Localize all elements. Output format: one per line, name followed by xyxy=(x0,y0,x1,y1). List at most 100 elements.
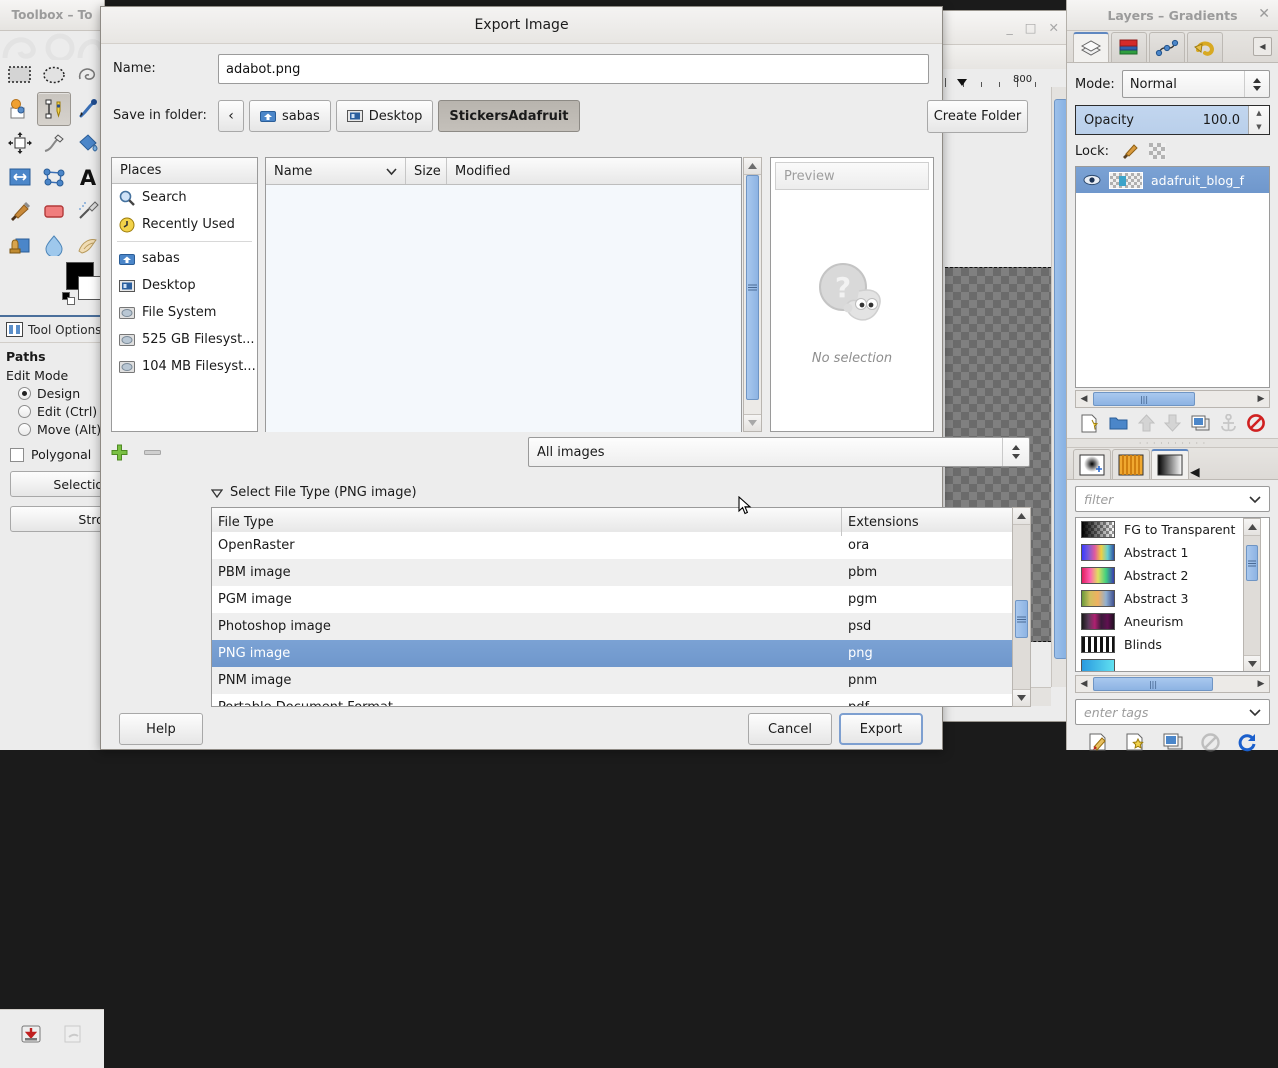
reset-tool-options-icon[interactable] xyxy=(63,1024,83,1044)
dock-splitter[interactable]: · · · · · · · · · · xyxy=(1067,438,1278,448)
file-type-row[interactable]: PBM image pbm xyxy=(212,559,1030,586)
file-type-row[interactable]: OpenRaster ora xyxy=(212,532,1030,559)
gradient-row[interactable]: Abstract 2 xyxy=(1076,564,1269,587)
file-type-row-selected[interactable]: PNG image png xyxy=(212,640,1030,667)
gradient-scroll-thumb[interactable] xyxy=(1246,545,1258,581)
tab-undo-history[interactable] xyxy=(1187,32,1223,62)
scroll-down-icon[interactable] xyxy=(1244,655,1260,671)
edit-gradient-icon[interactable] xyxy=(1088,732,1108,752)
default-colors-icon[interactable] xyxy=(62,292,76,306)
tab-paths[interactable] xyxy=(1149,32,1185,62)
layer-list[interactable]: adafruit_blog_f xyxy=(1075,166,1270,388)
blur-tool-icon[interactable] xyxy=(37,228,71,262)
extensions-column[interactable]: Extensions xyxy=(842,508,1030,536)
move-tool-icon[interactable] xyxy=(3,126,37,160)
file-type-row[interactable]: Portable Document Format pdf xyxy=(212,694,1030,706)
tab-channels[interactable] xyxy=(1111,32,1147,62)
chevron-down-icon[interactable] xyxy=(1249,492,1261,507)
opacity-bar[interactable]: Opacity 100.0 xyxy=(1076,106,1248,134)
tab-patterns[interactable] xyxy=(1112,449,1150,479)
opacity-slider[interactable]: Opacity 100.0 ▲ ▼ xyxy=(1075,105,1270,135)
file-type-scroll-thumb[interactable] xyxy=(1015,600,1028,638)
eraser-icon[interactable] xyxy=(37,194,71,228)
delete-gradient-icon[interactable] xyxy=(1200,732,1220,752)
duplicate-layer-icon[interactable] xyxy=(1191,415,1210,432)
file-filter-combo[interactable]: All images xyxy=(528,437,1030,467)
gradient-row[interactable]: Aneurism xyxy=(1076,610,1269,633)
maximize-button[interactable]: □ xyxy=(1025,20,1037,35)
new-group-icon[interactable] xyxy=(1109,415,1128,431)
flip-tool-icon[interactable] xyxy=(3,160,37,194)
delete-layer-icon[interactable] xyxy=(1247,414,1265,432)
new-layer-icon[interactable] xyxy=(1080,414,1099,433)
rect-select-icon[interactable] xyxy=(3,58,37,92)
layer-hscroll-thumb[interactable]: ||| xyxy=(1093,392,1195,406)
select-file-type-expander[interactable]: Select File Type (PNG image) xyxy=(211,485,417,500)
polygonal-checkbox[interactable]: Polygonal xyxy=(10,447,104,462)
scroll-up-icon[interactable] xyxy=(744,158,761,175)
scroll-up-icon[interactable] xyxy=(1244,519,1260,536)
help-button[interactable]: Help xyxy=(119,713,203,745)
anchor-layer-icon[interactable] xyxy=(1220,414,1237,432)
foreground-background-colors[interactable] xyxy=(62,262,102,308)
gradient-list[interactable]: FG to Transparent Abstract 1 Abstract 2 … xyxy=(1075,517,1270,672)
lower-layer-icon[interactable] xyxy=(1164,414,1182,432)
image-window-menubar[interactable] xyxy=(941,45,1069,70)
scroll-up-icon[interactable] xyxy=(1013,508,1030,525)
dock-close-icon[interactable]: ✕ xyxy=(1258,6,1270,22)
gradient-hscroll-thumb[interactable]: ||| xyxy=(1093,677,1213,691)
duplicate-gradient-icon[interactable] xyxy=(1163,733,1183,751)
file-type-row[interactable]: PNM image pnm xyxy=(212,667,1030,694)
place-525gb[interactable]: 525 GB Filesyst... xyxy=(112,326,257,353)
minimize-button[interactable]: _ xyxy=(1006,20,1012,35)
tab-gradients[interactable] xyxy=(1151,449,1189,479)
ellipse-select-icon[interactable] xyxy=(37,58,71,92)
scroll-left-icon[interactable]: ◀ xyxy=(1076,676,1092,692)
breadcrumb-desktop[interactable]: Desktop xyxy=(335,100,434,132)
scroll-right-icon[interactable]: ▶ xyxy=(1253,676,1269,692)
file-type-list[interactable]: File Type Extensions OpenRaster ora PBM … xyxy=(211,507,1031,707)
place-sabas[interactable]: sabas xyxy=(112,245,257,272)
tab-brushes[interactable] xyxy=(1073,449,1111,479)
add-place-icon[interactable] xyxy=(111,444,128,461)
file-type-column[interactable]: File Type xyxy=(212,508,842,536)
scroll-right-icon[interactable]: ▶ xyxy=(1253,391,1269,407)
ink-tool-icon[interactable] xyxy=(37,126,71,160)
breadcrumb-stickersadafruit[interactable]: StickersAdafruit xyxy=(438,100,580,132)
file-type-row[interactable]: Photoshop image psd xyxy=(212,613,1030,640)
dock-menu-icon[interactable]: ◀ xyxy=(1253,37,1272,56)
place-recently-used[interactable]: Recently Used xyxy=(112,211,257,238)
opacity-spinner[interactable]: ▲ ▼ xyxy=(1248,106,1269,134)
clone-tool-icon[interactable] xyxy=(3,228,37,262)
radio-design[interactable]: Design xyxy=(18,386,104,401)
gradient-list-scrollbar[interactable] xyxy=(1243,518,1261,671)
scroll-down-icon[interactable] xyxy=(744,414,761,431)
save-tool-options-icon[interactable] xyxy=(21,1024,41,1044)
cancel-button[interactable]: Cancel xyxy=(748,713,832,745)
column-size[interactable]: Size xyxy=(406,158,447,184)
gradient-filter-input[interactable]: filter xyxy=(1075,486,1270,512)
gradient-menu-icon[interactable]: ◀ xyxy=(1190,464,1200,479)
close-button[interactable]: ✕ xyxy=(1049,20,1059,35)
create-folder-button[interactable]: Create Folder xyxy=(927,100,1028,133)
gradient-row[interactable]: Abstract 3 xyxy=(1076,587,1269,610)
mode-combo[interactable]: Normal xyxy=(1121,70,1270,98)
gradient-hscrollbar[interactable]: ◀ ||| ▶ xyxy=(1075,675,1270,693)
paintbrush-icon[interactable] xyxy=(3,194,37,228)
new-gradient-icon[interactable] xyxy=(1125,732,1145,752)
file-list[interactable]: Name Size Modified xyxy=(265,157,742,432)
name-input[interactable]: adabot.png xyxy=(218,54,929,84)
eye-visibility-icon[interactable] xyxy=(1083,174,1101,186)
scroll-down-icon[interactable] xyxy=(1013,689,1030,706)
gradient-row[interactable]: FG to Transparent xyxy=(1076,518,1269,541)
chevron-down-icon[interactable] xyxy=(1249,705,1261,720)
refresh-gradients-icon[interactable] xyxy=(1237,732,1257,752)
gradient-row[interactable]: Abstract 1 xyxy=(1076,541,1269,564)
gradient-tags-input[interactable]: enter tags xyxy=(1075,699,1270,725)
gradient-row-partial[interactable] xyxy=(1076,656,1269,671)
file-list-body[interactable] xyxy=(266,185,741,432)
radio-edit[interactable]: Edit (Ctrl) xyxy=(18,404,104,419)
file-type-row[interactable]: PGM image pgm xyxy=(212,586,1030,613)
remove-place-icon[interactable] xyxy=(144,448,161,457)
fuzzy-select-icon[interactable] xyxy=(3,92,37,126)
